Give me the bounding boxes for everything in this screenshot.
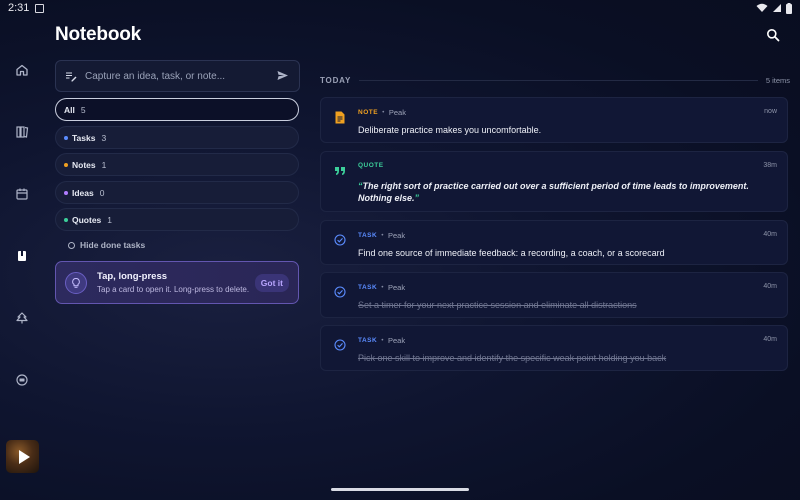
home-indicator[interactable] [331,488,469,491]
calendar-icon [16,188,28,200]
quote-icon [333,164,347,178]
quote-body: “The right sort of practice carried out … [358,180,777,204]
filter-ideas[interactable]: Ideas 0 [55,181,299,204]
tree-icon [16,312,28,324]
filter-count: 3 [101,132,107,143]
check-circle-icon[interactable] [333,338,347,352]
got-it-button[interactable]: Got it [254,273,289,292]
card-text: Pick one skill to improve and identify t… [358,353,667,363]
filter-count: 0 [99,187,105,198]
section-header: TODAY 5 items [320,74,790,86]
close-quote-mark: ” [414,193,420,203]
card-text: Deliberate practice makes you uncomforta… [358,125,542,135]
ideas-dot-icon [64,190,68,195]
tip-title: Tap, long-press [97,270,168,282]
card-text: Set a timer for your next practice sessi… [358,300,637,310]
check-circle-icon[interactable] [333,285,347,299]
filter-label: Quotes [72,214,102,225]
nav-notebook[interactable] [12,246,32,266]
tip-description: Tap a card to open it. Long-press to del… [97,284,250,294]
nav-rail [0,16,44,500]
separator: • [381,284,384,291]
battery-icon [786,2,792,14]
card-type: TASK [358,337,378,344]
search-icon [767,29,780,42]
filter-all[interactable]: All 5 [55,98,299,121]
card-type: TASK [358,284,378,291]
radio-circle-icon [68,241,75,249]
section-count: 5 items [765,75,790,85]
status-time: 2:31 [8,2,30,14]
card-time: 38m [763,162,777,169]
filter-label: Ideas [72,187,94,198]
nav-home[interactable] [12,60,32,80]
nav-badge[interactable] [12,370,32,390]
send-button[interactable] [276,69,290,83]
page-title: Notebook [55,24,142,45]
signal-icon [773,4,781,12]
notification-icon [35,3,45,13]
card-source: Peak [388,336,406,345]
filter-label: Notes [72,159,96,170]
media-thumbnail[interactable] [6,440,39,473]
task-card[interactable]: TASK • Peak 40m Set a timer for your nex… [320,272,788,318]
note-card[interactable]: NOTE • Peak now Deliberate practice make… [320,97,788,143]
hide-done-toggle[interactable]: Hide done tasks [68,240,145,250]
play-icon [18,449,30,464]
badge-icon [16,374,28,386]
quote-card[interactable]: QUOTE 38m “The right sort of practice ca… [320,151,788,212]
check-circle-icon[interactable] [333,233,347,247]
task-card[interactable]: TASK • Peak 40m Find one source of immed… [320,220,788,265]
status-bar: 2:31 [0,0,800,16]
card-source: Peak [388,108,406,117]
library-icon [16,126,29,138]
card-time: 40m [763,336,777,343]
separator: • [381,337,384,344]
filter-count: 1 [107,214,113,225]
send-icon [277,71,288,80]
notes-dot-icon [64,162,68,167]
notebook-icon [18,251,26,261]
quotes-dot-icon [64,217,68,222]
separator: • [381,232,384,239]
nav-tree[interactable] [12,308,32,328]
wifi-icon [756,3,768,12]
section-label: TODAY [320,75,352,85]
nav-calendar[interactable] [12,184,32,204]
filter-label: Tasks [72,132,96,143]
nav-library[interactable] [12,122,32,142]
card-text: Find one source of immediate feedback: a… [358,248,665,258]
filter-count: 1 [101,159,107,170]
lightbulb-icon [65,271,87,294]
tasks-dot-icon [64,135,68,140]
tip-card: Tap, long-press Tap a card to open it. L… [55,261,299,304]
card-type: QUOTE [358,162,384,169]
card-time: 40m [763,283,777,290]
card-type: TASK [358,232,378,239]
capture-input[interactable]: Capture an idea, task, or note... [85,71,276,82]
card-source: Peak [388,283,406,292]
filter-quotes[interactable]: Quotes 1 [55,208,299,231]
card-time: 40m [763,231,777,238]
card-source: Peak [388,231,406,240]
card-time: now [764,108,777,115]
home-icon [16,64,28,76]
separator: • [382,109,385,116]
filter-notes[interactable]: Notes 1 [55,153,299,176]
capture-field[interactable]: Capture an idea, task, or note... [55,60,300,92]
edit-note-icon [65,70,77,82]
filter-tasks[interactable]: Tasks 3 [55,126,299,149]
note-icon [333,110,347,124]
card-type: NOTE [358,109,379,116]
hide-done-label: Hide done tasks [80,240,146,250]
filter-count: 5 [80,104,86,115]
divider [359,79,758,81]
task-card[interactable]: TASK • Peak 40m Pick one skill to improv… [320,325,788,371]
filter-label: All [64,104,75,115]
search-button[interactable] [764,26,782,44]
